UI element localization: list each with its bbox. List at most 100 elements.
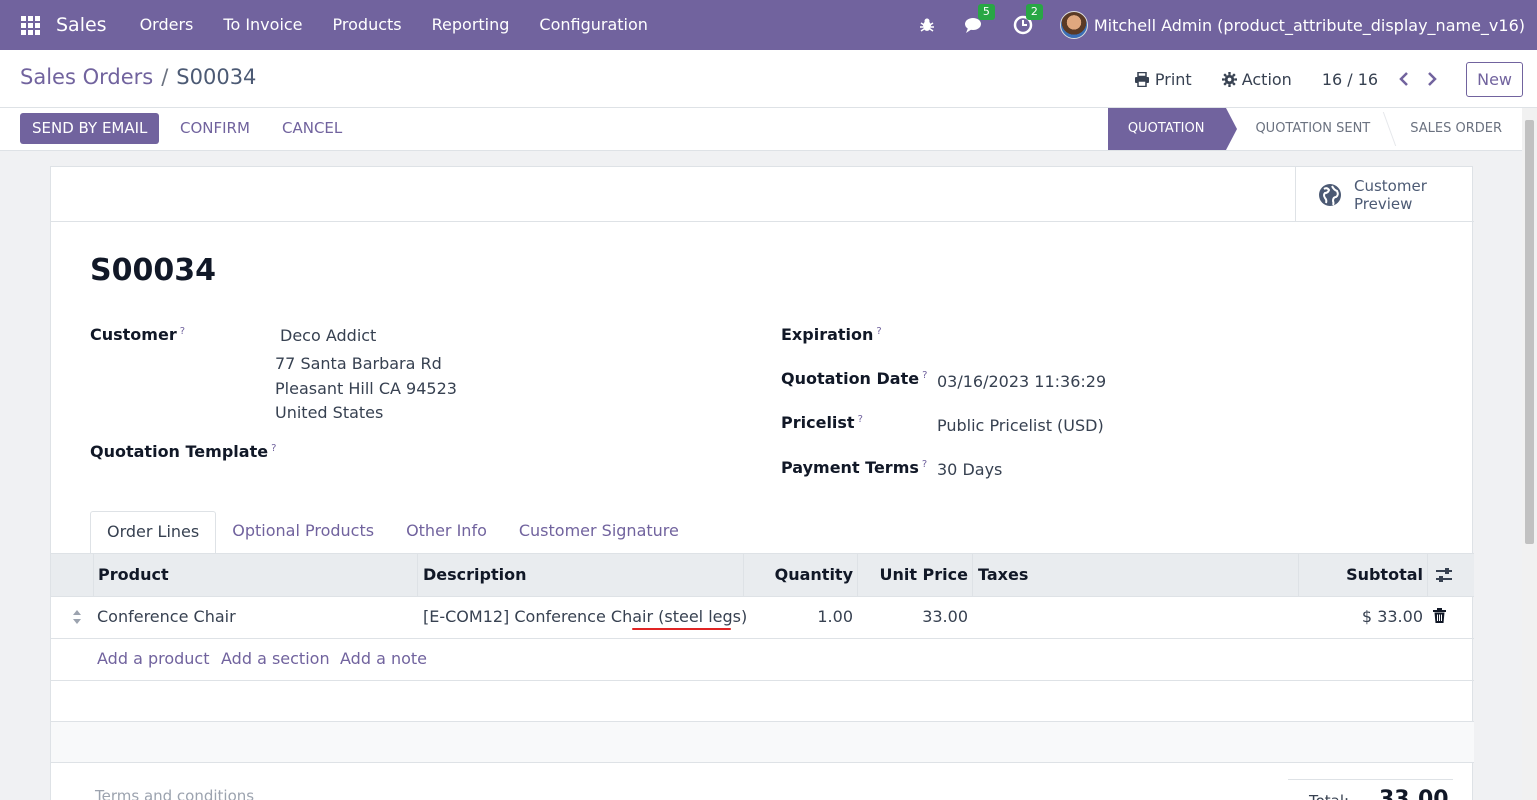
menu-configuration[interactable]: Configuration [524,0,663,50]
navbar-systray: 5 2 Mitchell Admin (product_attribute_di… [890,0,1525,50]
add-note-link[interactable]: Add a note [340,639,427,679]
customer-name[interactable]: Deco Addict [280,326,376,345]
user-avatar[interactable] [1059,11,1088,39]
drag-handle-icon[interactable] [72,609,82,628]
customer-preview-button[interactable]: Customer Preview [1295,167,1474,222]
tab-customer-signature[interactable]: Customer Signature [503,511,695,553]
header-quantity[interactable]: Quantity [775,554,853,596]
menu-orders[interactable]: Orders [125,0,209,50]
customer-preview-label: Customer Preview [1354,176,1427,213]
total-divider [1288,779,1453,780]
add-section-link[interactable]: Add a section [221,639,330,679]
add-product-link[interactable]: Add a product [97,639,210,679]
quotation-date-label-text: Quotation Date [781,369,920,388]
activities-count-badge: 2 [1025,4,1043,20]
trash-icon[interactable] [1433,608,1446,626]
tab-optional-products[interactable]: Optional Products [216,511,390,553]
header-unit-price[interactable]: Unit Price [879,554,968,596]
action-button[interactable]: Action [1221,69,1292,89]
table-header: Product Description Quantity Unit Price … [51,553,1474,597]
new-button[interactable]: New [1466,61,1523,97]
record-title: S00034 [90,253,216,288]
pricelist-label-text: Pricelist [781,413,855,432]
page-scrollbar[interactable] [1522,108,1537,800]
help-icon[interactable]: ? [876,326,881,337]
customer-label-text: Customer [90,325,177,344]
smart-button-box: Customer Preview [51,167,1474,222]
print-icon [1134,71,1149,87]
stage-sales-order[interactable]: SALES ORDER [1390,108,1522,150]
app-brand[interactable]: Sales [56,14,107,36]
help-icon[interactable]: ? [922,459,927,470]
gear-icon [1221,71,1237,87]
header-description[interactable]: Description [423,554,526,596]
quotation-date-value[interactable]: 03/16/2023 11:36:29 [937,372,1106,391]
annotation-underline [632,628,731,630]
tab-other-info[interactable]: Other Info [390,511,503,553]
total-value: 33.00 [1379,787,1449,800]
row-quantity[interactable]: 1.00 [817,597,853,637]
customer-address-line-3: United States [275,403,384,422]
breadcrumb-current: S00034 [176,65,257,89]
header-subtotal[interactable]: Subtotal [1346,554,1423,596]
menu-products[interactable]: Products [318,0,417,50]
action-label: Action [1241,69,1292,89]
total-label: Total: [1309,792,1349,800]
expiration-label-text: Expiration [781,325,874,344]
print-button[interactable]: Print [1134,70,1192,89]
notebook-tabs: Order Lines Optional Products Other Info… [90,511,695,554]
add-line-row: Add a product Add a section Add a note [51,639,1474,681]
tab-order-lines[interactable]: Order Lines [90,511,217,554]
table-row[interactable]: Conference Chair [E-COM12] Conference Ch… [51,597,1474,639]
row-description-main: [E-COM12] Conference Chair [423,607,659,626]
top-navbar: Sales Orders To Invoice Products Reporti… [0,0,1537,50]
customer-address-line-2: Pleasant Hill CA 94523 [275,379,457,398]
row-description-variant: (steel legs) [658,607,748,626]
print-label: Print [1154,69,1192,89]
row-unit-price[interactable]: 33.00 [922,597,968,637]
control-panel-actions: Print Action 16 / 16 New [1134,50,1537,108]
scrollbar-thumb[interactable] [1525,120,1534,544]
header-taxes[interactable]: Taxes [978,554,1028,596]
header-product[interactable]: Product [98,554,169,596]
row-product[interactable]: Conference Chair [97,597,236,637]
menu-reporting[interactable]: Reporting [417,0,525,50]
payment-terms-value[interactable]: 30 Days [937,460,1002,479]
breadcrumb-separator: / [161,65,169,89]
send-by-email-button[interactable]: SEND BY EMAIL [20,113,160,144]
order-lines-table: Product Description Quantity Unit Price … [51,553,1474,763]
payment-terms-label-text: Payment Terms [781,458,919,477]
help-icon[interactable]: ? [180,326,185,337]
messages-count-badge: 5 [977,4,995,20]
debug-bug-icon[interactable] [916,14,938,36]
row-description[interactable]: [E-COM12] Conference Chair (steel legs) [423,597,747,637]
stage-quotation-sent[interactable]: QUOTATION SENT [1226,108,1390,150]
pager-next-icon[interactable] [1420,67,1444,91]
cancel-button[interactable]: CANCEL [282,113,342,144]
messages-chat-icon[interactable]: 5 [964,4,995,36]
stage-pipeline: QUOTATION QUOTATION SENT SALES ORDER [1107,108,1522,150]
menu-to-invoice[interactable]: To Invoice [208,0,317,50]
customer-address-line-1: 77 Santa Barbara Rd [275,354,442,373]
pager-value[interactable]: 16 / 16 [1322,70,1378,89]
apps-menu-icon[interactable] [21,15,40,35]
help-icon[interactable]: ? [922,370,927,381]
pricelist-value[interactable]: Public Pricelist (USD) [937,416,1104,435]
help-icon[interactable]: ? [858,414,863,425]
quotation-template-label: Quotation Template? [90,442,276,461]
activities-clock-icon[interactable]: 2 [1012,4,1043,36]
empty-row [51,681,1474,722]
pager-previous-icon[interactable] [1392,67,1416,91]
help-icon[interactable]: ? [271,443,276,454]
terms-and-conditions-field[interactable]: Terms and conditions [95,787,254,800]
user-menu[interactable]: Mitchell Admin (product_attribute_displa… [1094,16,1525,35]
form-sheet: Customer Preview S00034 Customer? Deco A… [50,166,1474,800]
confirm-button[interactable]: CONFIRM [180,113,250,144]
breadcrumb-sales-orders[interactable]: Sales Orders [20,65,153,89]
quotation-date-label: Quotation Date? [781,369,927,388]
optional-columns-icon[interactable] [1435,567,1453,586]
payment-terms-label: Payment Terms? [781,458,927,477]
globe-icon [1319,183,1341,206]
breadcrumb: Sales Orders / S00034 [20,65,256,89]
stage-quotation[interactable]: QUOTATION [1107,108,1237,150]
